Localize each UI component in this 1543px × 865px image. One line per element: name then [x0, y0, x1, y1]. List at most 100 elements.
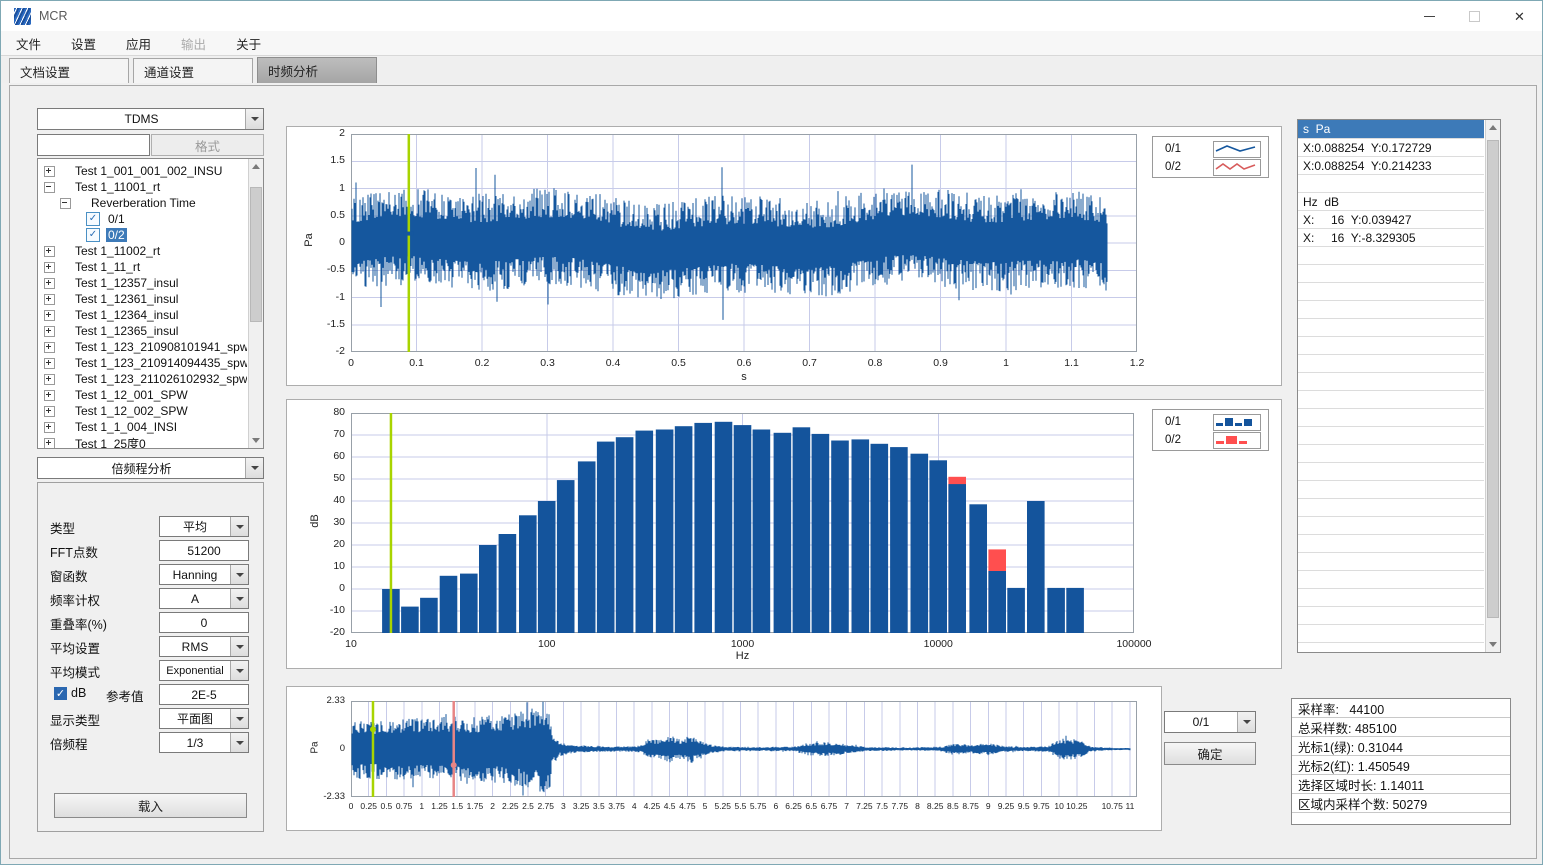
tab-1[interactable]: 通道设置: [133, 58, 253, 83]
maximize-button[interactable]: [1452, 1, 1497, 31]
scroll-up-icon[interactable]: [1486, 120, 1500, 135]
tree-item-label[interactable]: Test 1_12357_insul: [73, 276, 180, 290]
tree-item[interactable]: ✓ 0/2: [86, 227, 247, 243]
tree-item[interactable]: ✓ 0/1: [86, 211, 247, 227]
expand-plus-icon[interactable]: [44, 246, 55, 257]
menu-item-0[interactable]: 文件: [1, 34, 56, 53]
chevron-down-icon[interactable]: [230, 661, 248, 680]
readout-row[interactable]: [1298, 553, 1484, 571]
readout-row[interactable]: [1298, 283, 1484, 301]
tree-item-label[interactable]: Test 1_12_002_SPW: [73, 404, 190, 418]
readout-row[interactable]: Hz dB: [1298, 193, 1484, 211]
readout-row[interactable]: [1298, 391, 1484, 409]
chevron-down-icon[interactable]: [230, 637, 248, 656]
chevron-down-icon[interactable]: [1237, 712, 1255, 732]
expand-plus-icon[interactable]: [44, 262, 55, 273]
readout-row[interactable]: [1298, 517, 1484, 535]
tree-item[interactable]: Test 1_001_001_002_INSU: [44, 163, 247, 179]
time-zoom-plot[interactable]: [351, 134, 1137, 352]
close-button[interactable]: ✕: [1497, 1, 1542, 31]
tree-item-label[interactable]: Test 1_123_210908101941_spw: [73, 340, 247, 354]
expand-plus-icon[interactable]: [44, 342, 55, 353]
readout-row[interactable]: [1298, 409, 1484, 427]
tree-item[interactable]: Reverberation Time: [60, 195, 247, 211]
chevron-down-icon[interactable]: [230, 565, 248, 584]
readout-scrollbar[interactable]: [1485, 120, 1500, 652]
readout-row[interactable]: [1298, 625, 1484, 643]
readout-row[interactable]: [1298, 247, 1484, 265]
scroll-down-icon[interactable]: [1486, 637, 1500, 652]
checkbox[interactable]: ✓: [86, 212, 100, 226]
minimize-button[interactable]: [1407, 1, 1452, 31]
tree-item-label[interactable]: Test 1_123_210914094435_spw: [73, 356, 247, 370]
tree-item-label[interactable]: Reverberation Time: [89, 196, 198, 210]
param-select-2[interactable]: Hanning: [159, 564, 249, 585]
tree-item[interactable]: Test 1_1_004_INSI: [44, 419, 247, 435]
filter-input[interactable]: [37, 134, 150, 156]
db-checkbox[interactable]: ✓: [54, 687, 67, 700]
param-input-7[interactable]: 2E-5: [159, 684, 249, 705]
readout-row[interactable]: X: 16 Y:0.039427: [1298, 211, 1484, 229]
expand-plus-icon[interactable]: [44, 278, 55, 289]
tree-item-label[interactable]: Test 1_12364_insul: [73, 308, 180, 322]
tree-item[interactable]: Test 1_12364_insul: [44, 307, 247, 323]
tree-item-label[interactable]: Test 1_11_rt: [73, 260, 142, 274]
readout-row[interactable]: X:0.088254 Y:0.214233: [1298, 157, 1484, 175]
expand-plus-icon[interactable]: [44, 358, 55, 369]
tree-item[interactable]: Test 1_11001_rt: [44, 179, 247, 195]
menu-item-4[interactable]: 关于: [221, 34, 276, 53]
tree-item[interactable]: Test 1_11002_rt: [44, 243, 247, 259]
param-select-0[interactable]: 平均: [159, 516, 249, 537]
full-time-plot[interactable]: [351, 701, 1137, 797]
chevron-down-icon[interactable]: [245, 109, 263, 129]
param-select-3[interactable]: A: [159, 588, 249, 609]
tree-item-label[interactable]: Test 1_001_001_002_INSU: [73, 164, 224, 178]
param-select-6[interactable]: Exponential: [159, 660, 249, 681]
readout-row[interactable]: [1298, 373, 1484, 391]
expand-plus-icon[interactable]: [44, 406, 55, 417]
param-select-8[interactable]: 平面图: [159, 708, 249, 729]
channel-select[interactable]: 0/1: [1164, 711, 1256, 733]
expand-plus-icon[interactable]: [44, 390, 55, 401]
scroll-up-icon[interactable]: [249, 159, 263, 174]
readout-row[interactable]: [1298, 175, 1484, 193]
chevron-down-icon[interactable]: [230, 709, 248, 728]
expand-plus-icon[interactable]: [44, 438, 55, 449]
tree-item-label[interactable]: Test 1_12_001_SPW: [73, 388, 190, 402]
tree-item[interactable]: Test 1_12_001_SPW: [44, 387, 247, 403]
readout-row[interactable]: [1298, 607, 1484, 625]
tree-item[interactable]: Test 1_123_210908101941_spw: [44, 339, 247, 355]
chevron-down-icon[interactable]: [230, 589, 248, 608]
expand-plus-icon[interactable]: [44, 294, 55, 305]
tree-item-label[interactable]: Test 1_12365_insul: [73, 324, 180, 338]
chevron-down-icon[interactable]: [230, 517, 248, 536]
tree-item-label[interactable]: Test 1_25度0: [73, 435, 148, 449]
chevron-down-icon[interactable]: [245, 458, 263, 478]
format-button[interactable]: 格式: [151, 134, 264, 156]
readout-row[interactable]: [1298, 301, 1484, 319]
readout-row[interactable]: [1298, 427, 1484, 445]
param-input-1[interactable]: 51200: [159, 540, 249, 561]
readout-row[interactable]: [1298, 535, 1484, 553]
collapse-minus-icon[interactable]: [60, 198, 71, 209]
tree-item[interactable]: Test 1_123_211026102932_spw: [44, 371, 247, 387]
tree-item-label[interactable]: 0/1: [106, 212, 127, 226]
menu-item-2[interactable]: 应用: [111, 34, 166, 53]
tab-2[interactable]: 时频分析: [257, 57, 377, 83]
tree-item[interactable]: Test 1_12365_insul: [44, 323, 247, 339]
param-select-5[interactable]: RMS: [159, 636, 249, 657]
readout-row[interactable]: [1298, 355, 1484, 373]
readout-row[interactable]: [1298, 319, 1484, 337]
checkbox[interactable]: ✓: [86, 228, 100, 242]
tree-scrollbar-thumb[interactable]: [250, 187, 262, 322]
tree-item-label[interactable]: Test 1_12361_insul: [73, 292, 180, 306]
readout-row[interactable]: [1298, 571, 1484, 589]
expand-plus-icon[interactable]: [44, 422, 55, 433]
tree-item[interactable]: Test 1_12_002_SPW: [44, 403, 247, 419]
readout-row[interactable]: X:0.088254 Y:0.172729: [1298, 139, 1484, 157]
tree-item[interactable]: Test 1_12357_insul: [44, 275, 247, 291]
tree-item-label[interactable]: 0/2: [106, 228, 127, 242]
tree-item-label[interactable]: Test 1_1_004_INSI: [73, 420, 179, 434]
expand-plus-icon[interactable]: [44, 310, 55, 321]
spectrum-plot[interactable]: [351, 413, 1134, 633]
